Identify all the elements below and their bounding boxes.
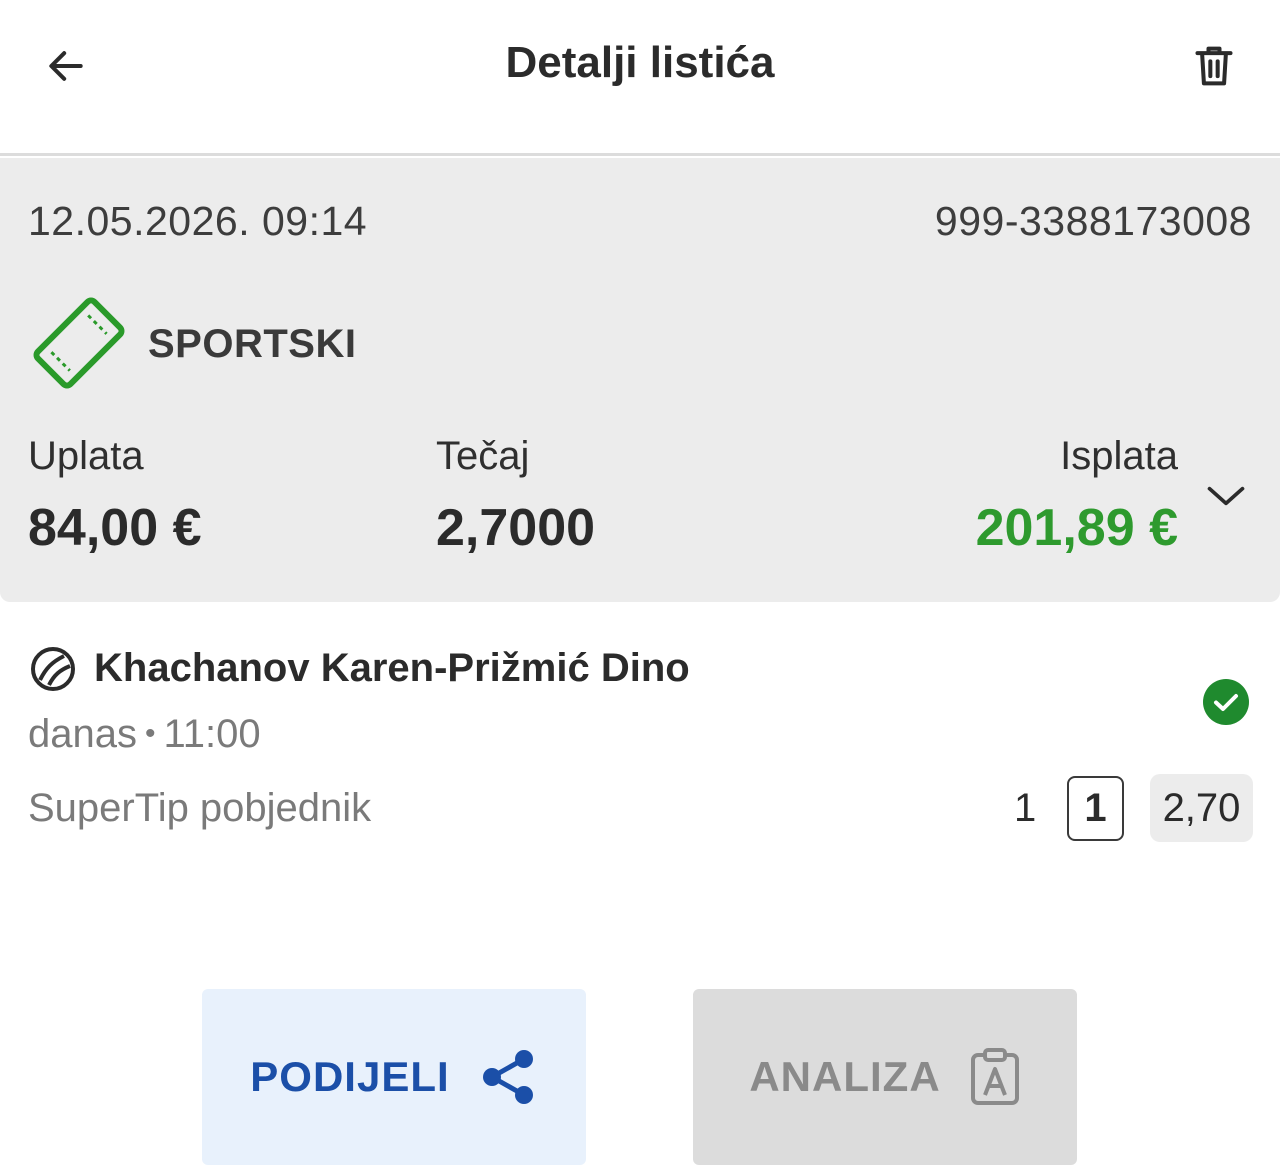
odds-label: Tečaj: [436, 434, 530, 478]
delete-button[interactable]: [1178, 30, 1250, 102]
share-icon: [482, 1050, 533, 1104]
event-start-time: 11:00: [163, 712, 261, 756]
stake-value: 84,00 €: [28, 499, 202, 557]
market-name: SuperTip pobjednik: [28, 786, 372, 830]
payout-label: Isplata: [1060, 434, 1178, 478]
ticket-type-label: SPORTSKI: [148, 322, 357, 366]
ticket-summary: 12.05.2026. 09:14 999-3388173008 SPORTSK…: [0, 158, 1280, 602]
trash-icon: [1195, 46, 1233, 86]
event-name: Khachanov Karen-Prižmić Dino: [94, 646, 690, 690]
share-button-label: PODIJELI: [250, 1053, 450, 1100]
app-header: Detalji listića: [0, 0, 1280, 156]
event-row[interactable]: Khachanov Karen-Prižmić Dino danas • 11:00…: [0, 602, 1280, 882]
expand-button[interactable]: [1200, 470, 1252, 522]
analysis-button[interactable]: ANALIZA: [693, 989, 1077, 1165]
analysis-button-label: ANALIZA: [749, 1053, 941, 1100]
stake-label: Uplata: [28, 434, 144, 478]
ticket-icon: [33, 297, 125, 389]
event-time: danas • 11:00: [28, 712, 261, 757]
chevron-down-icon: [1207, 486, 1245, 506]
ticket-id: 999-3388173008: [934, 198, 1252, 244]
ticket-datetime: 12.05.2026. 09:14: [28, 198, 368, 244]
odds-value: 2,7000: [436, 499, 596, 557]
tennis-ball-icon: [31, 647, 75, 691]
share-button[interactable]: PODIJELI: [202, 989, 586, 1165]
tip-code: 1: [1014, 786, 1037, 830]
event-day: danas: [28, 712, 137, 756]
selection-odd: 2,70: [1150, 774, 1253, 842]
separator-dot: •: [144, 717, 156, 750]
check-circle-icon: [1203, 679, 1249, 725]
clipboard-analysis-icon: [970, 1048, 1019, 1105]
payout-value: 201,89 €: [975, 499, 1178, 557]
selected-tip: 1: [1067, 776, 1124, 841]
page-title: Detalji listića: [505, 38, 775, 87]
